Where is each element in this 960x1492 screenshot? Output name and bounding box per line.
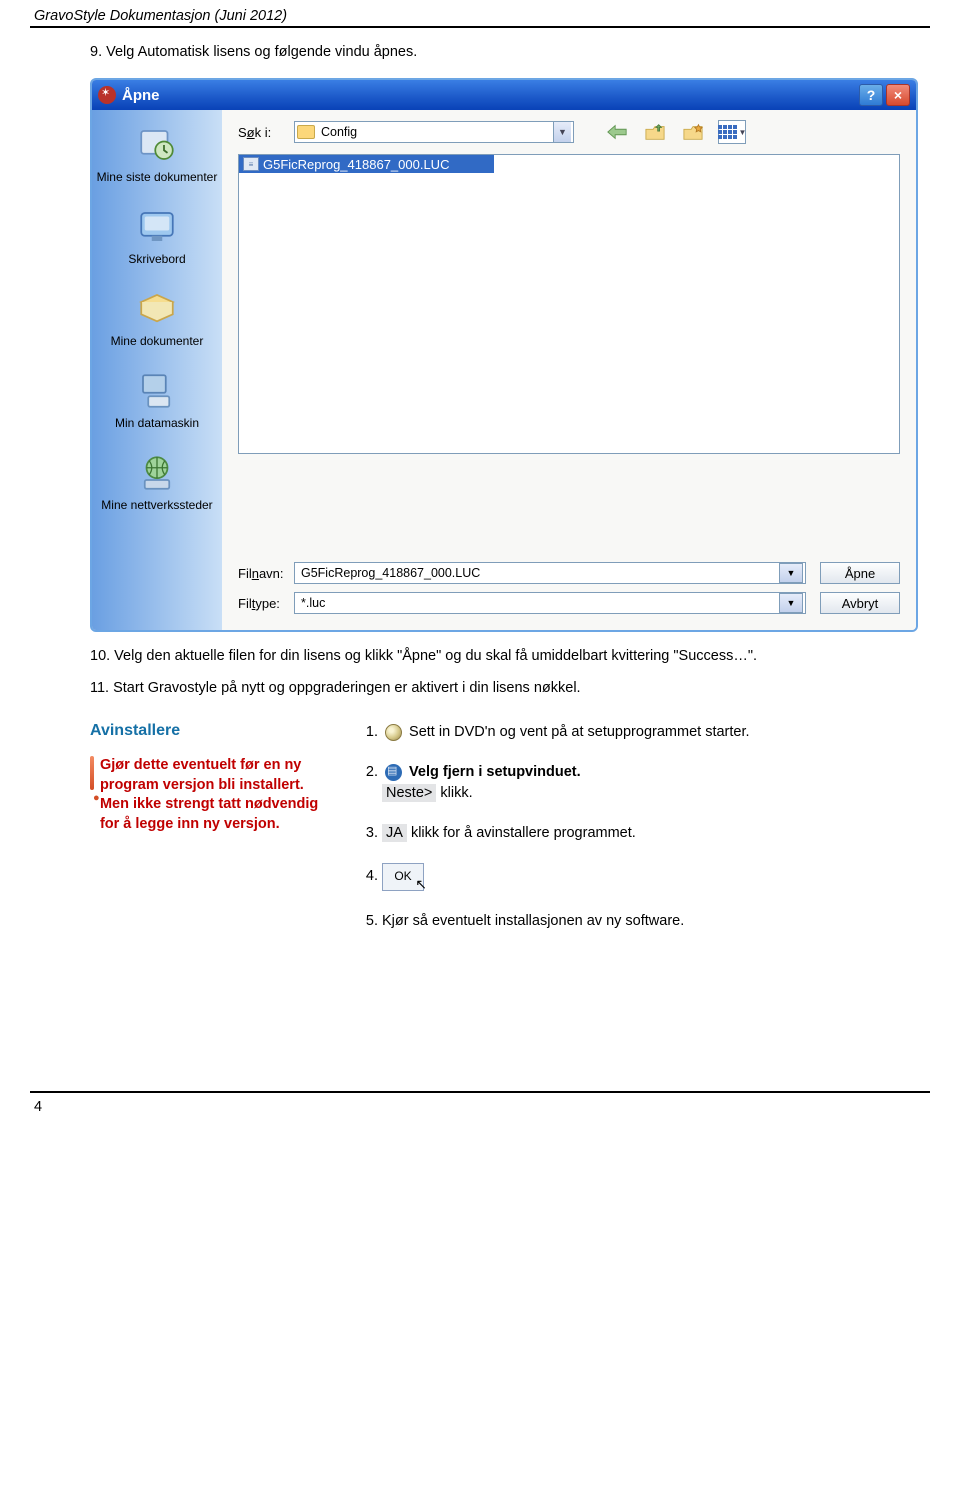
uninstall-heading: Avinstallere xyxy=(90,722,330,740)
dialog-titlebar[interactable]: Åpne ? × xyxy=(92,80,916,110)
uninstall-step-4: OK xyxy=(382,863,890,891)
search-label: Søk i: xyxy=(238,125,294,140)
next-button-label: Neste> xyxy=(382,784,436,802)
sidebar-label: Mine siste dokumenter xyxy=(97,170,218,184)
uninstall-steps-list: Sett in DVD'n og vent på at setupprogram… xyxy=(360,722,890,931)
step1-text-a: Sett in DVD'n og xyxy=(409,724,520,740)
app-icon xyxy=(98,86,116,104)
open-file-dialog[interactable]: Åpne ? × Mine siste dokumenter Skrivebor… xyxy=(90,78,918,632)
chevron-down-icon[interactable]: ▼ xyxy=(779,593,803,613)
filetype-label: Filtype: xyxy=(238,596,294,611)
desktop-icon xyxy=(136,206,178,248)
page-header: GravoStyle Dokumentasjon (Juni 2012) xyxy=(30,0,930,28)
sidebar-network[interactable]: Mine nettverkssteder xyxy=(96,452,218,512)
back-button[interactable] xyxy=(604,120,630,144)
sidebar-label: Min datamaskin xyxy=(115,416,199,430)
step-line-9: 9. Velg Automatisk lisens og følgende vi… xyxy=(30,40,930,78)
close-button[interactable]: × xyxy=(886,84,910,106)
view-mode-button[interactable]: ▼ xyxy=(718,120,746,144)
grid-icon xyxy=(718,125,737,139)
uninstall-step-1: Sett in DVD'n og vent på at setupprogram… xyxy=(382,722,890,742)
yes-button-label: JA xyxy=(382,824,407,842)
filetype-combo[interactable]: *.luc ▼ xyxy=(294,592,806,614)
open-button[interactable]: Åpne xyxy=(820,562,900,584)
filetype-value: *.luc xyxy=(297,596,779,610)
arrow-left-icon xyxy=(606,123,628,141)
chevron-down-icon[interactable]: ▼ xyxy=(779,563,803,583)
file-list[interactable]: ≡ G5FicReprog_418867_000.LUC xyxy=(238,154,900,454)
dialog-nav-icons: ▼ xyxy=(604,120,746,144)
filename-label: Filnavn: xyxy=(238,566,294,581)
setup-icon xyxy=(385,764,402,781)
computer-icon xyxy=(136,370,178,412)
warning-block: Gjør dette eventuelt før en ny program v… xyxy=(90,756,330,834)
look-in-value: Config xyxy=(321,125,553,139)
recent-docs-icon xyxy=(136,124,178,166)
sidebar-my-computer[interactable]: Min datamaskin xyxy=(96,370,218,430)
uninstall-step-2: Velg fjern i setupvinduet. Neste> klikk. xyxy=(382,762,890,803)
new-folder-button[interactable] xyxy=(680,120,706,144)
uninstall-step-5: Kjør så eventuelt installasjonen av ny s… xyxy=(382,911,890,931)
file-list-item[interactable]: ≡ G5FicReprog_418867_000.LUC xyxy=(239,155,494,173)
places-sidebar: Mine siste dokumenter Skrivebord Mine do… xyxy=(92,110,222,630)
step1-text-b: vent på at setupprogrammet starter. xyxy=(520,724,750,740)
step-line-10: 10. Velg den aktuelle filen for din lise… xyxy=(90,648,890,664)
step-line-11: 11. Start Gravostyle på nytt og oppgrade… xyxy=(90,680,890,696)
file-item-name: G5FicReprog_418867_000.LUC xyxy=(263,157,449,172)
filename-value: G5FicReprog_418867_000.LUC xyxy=(297,566,779,580)
folder-up-icon xyxy=(644,122,666,142)
step2-label: Velg fjern i setupvinduet. xyxy=(409,764,581,780)
up-one-level-button[interactable] xyxy=(642,120,668,144)
step9-text: Velg Automatisk lisens og følgende vindu… xyxy=(106,44,417,60)
filename-input[interactable]: G5FicReprog_418867_000.LUC ▼ xyxy=(294,562,806,584)
step9-num: 9. xyxy=(90,44,102,60)
sidebar-desktop[interactable]: Skrivebord xyxy=(96,206,218,266)
my-docs-icon xyxy=(136,288,178,330)
warning-text: Gjør dette eventuelt før en ny program v… xyxy=(100,756,330,834)
step3-rest: klikk for å avinstallere programmet. xyxy=(411,825,636,841)
chevron-down-icon: ▼ xyxy=(739,128,747,137)
look-in-combo[interactable]: Config ▼ xyxy=(294,121,574,143)
exclamation-icon xyxy=(90,756,94,790)
ok-button-image: OK xyxy=(382,863,424,891)
dvd-icon xyxy=(385,724,402,741)
step2-rest: klikk. xyxy=(440,785,472,801)
help-button[interactable]: ? xyxy=(859,84,883,106)
file-icon: ≡ xyxy=(243,157,259,171)
folder-new-icon xyxy=(682,122,704,142)
chevron-down-icon[interactable]: ▼ xyxy=(553,122,571,142)
page-number: 4 xyxy=(30,1091,930,1127)
network-icon xyxy=(136,452,178,494)
sidebar-label: Mine nettverkssteder xyxy=(101,498,212,512)
sidebar-my-docs[interactable]: Mine dokumenter xyxy=(96,288,218,348)
folder-icon xyxy=(297,125,315,139)
dialog-main-pane: Søk i: Config ▼ xyxy=(222,110,916,630)
uninstall-step-3: JA klikk for å avinstallere programmet. xyxy=(382,823,890,843)
sidebar-label: Mine dokumenter xyxy=(111,334,204,348)
dialog-title: Åpne xyxy=(122,87,160,104)
sidebar-label: Skrivebord xyxy=(128,252,185,266)
cancel-button[interactable]: Avbryt xyxy=(820,592,900,614)
sidebar-recent-docs[interactable]: Mine siste dokumenter xyxy=(96,124,218,184)
